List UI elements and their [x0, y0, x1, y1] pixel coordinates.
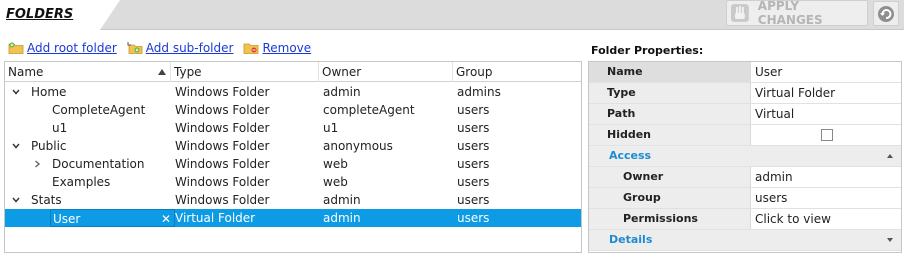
table-row[interactable]: Stats Windows Folder admin users	[5, 191, 581, 209]
folder-add-icon	[8, 42, 24, 54]
property-group-row[interactable]: Group users	[589, 188, 901, 209]
chevron-down-icon[interactable]	[12, 142, 20, 150]
property-name-row[interactable]: Name User	[589, 62, 901, 83]
hidden-checkbox[interactable]	[821, 129, 833, 141]
chevron-down-icon[interactable]	[12, 88, 20, 96]
header-bar: FOLDERS APPLY CHANGES	[0, 0, 904, 30]
property-permissions-row[interactable]: Permissions Click to view	[589, 209, 901, 230]
collapse-icon[interactable]	[887, 154, 893, 158]
properties-title: Folder Properties:	[591, 44, 704, 57]
sort-ascending-icon	[158, 69, 166, 75]
add-root-folder-button[interactable]: Add root folder	[8, 41, 117, 55]
add-sub-folder-button[interactable]: Add sub-folder	[127, 41, 233, 55]
column-header-owner[interactable]: Owner	[319, 62, 453, 82]
section-details[interactable]: Details	[589, 230, 901, 251]
expand-icon[interactable]	[887, 238, 893, 242]
table-row[interactable]: u1 Windows Folder u1 users	[5, 119, 581, 137]
property-path-row[interactable]: Path Virtual	[589, 104, 901, 125]
folder-add-sub-icon	[127, 42, 143, 54]
property-owner-row[interactable]: Owner admin	[589, 167, 901, 188]
hand-icon	[730, 4, 749, 22]
clear-icon[interactable]: ✕	[161, 210, 171, 228]
folder-remove-icon	[244, 43, 259, 54]
table-row-selected[interactable]: User ✕ Virtual Folder admin users	[5, 209, 581, 227]
column-header-type[interactable]: Type	[171, 62, 319, 82]
table-row[interactable]: Documentation Windows Folder web users	[5, 155, 581, 173]
column-header-name[interactable]: Name	[5, 62, 171, 82]
column-header-group[interactable]: Group	[453, 62, 581, 82]
folders-table: Name Type Owner Group Home Windows Folde…	[4, 61, 582, 253]
chevron-down-icon[interactable]	[12, 196, 20, 204]
folder-toolbar: Add root folder Add sub-folder Remove	[8, 40, 321, 56]
table-header: Name Type Owner Group	[5, 62, 581, 82]
table-row[interactable]: Examples Windows Folder web users	[5, 173, 581, 191]
apply-changes-label: APPLY CHANGES	[757, 0, 823, 27]
remove-folder-button[interactable]: Remove	[243, 41, 311, 55]
table-row[interactable]: CompleteAgent Windows Folder completeAge…	[5, 101, 581, 119]
section-access[interactable]: Access	[589, 146, 901, 167]
property-type-row[interactable]: Type Virtual Folder	[589, 83, 901, 104]
table-row[interactable]: Home Windows Folder admin admins	[5, 83, 581, 101]
undo-button[interactable]	[873, 1, 899, 26]
folders-tab[interactable]: FOLDERS	[0, 0, 100, 30]
folder-properties-panel: Name User Type Virtual Folder Path Virtu…	[588, 61, 902, 253]
rename-input[interactable]: User ✕	[50, 209, 175, 227]
page-title: FOLDERS	[6, 7, 74, 22]
property-hidden-row[interactable]: Hidden	[589, 125, 901, 146]
undo-icon	[878, 5, 894, 22]
permissions-link[interactable]: Click to view	[755, 209, 831, 229]
table-row[interactable]: Public Windows Folder anonymous users	[5, 137, 581, 155]
apply-changes-button[interactable]: APPLY CHANGES	[726, 0, 868, 27]
chevron-right-icon[interactable]	[33, 160, 41, 168]
